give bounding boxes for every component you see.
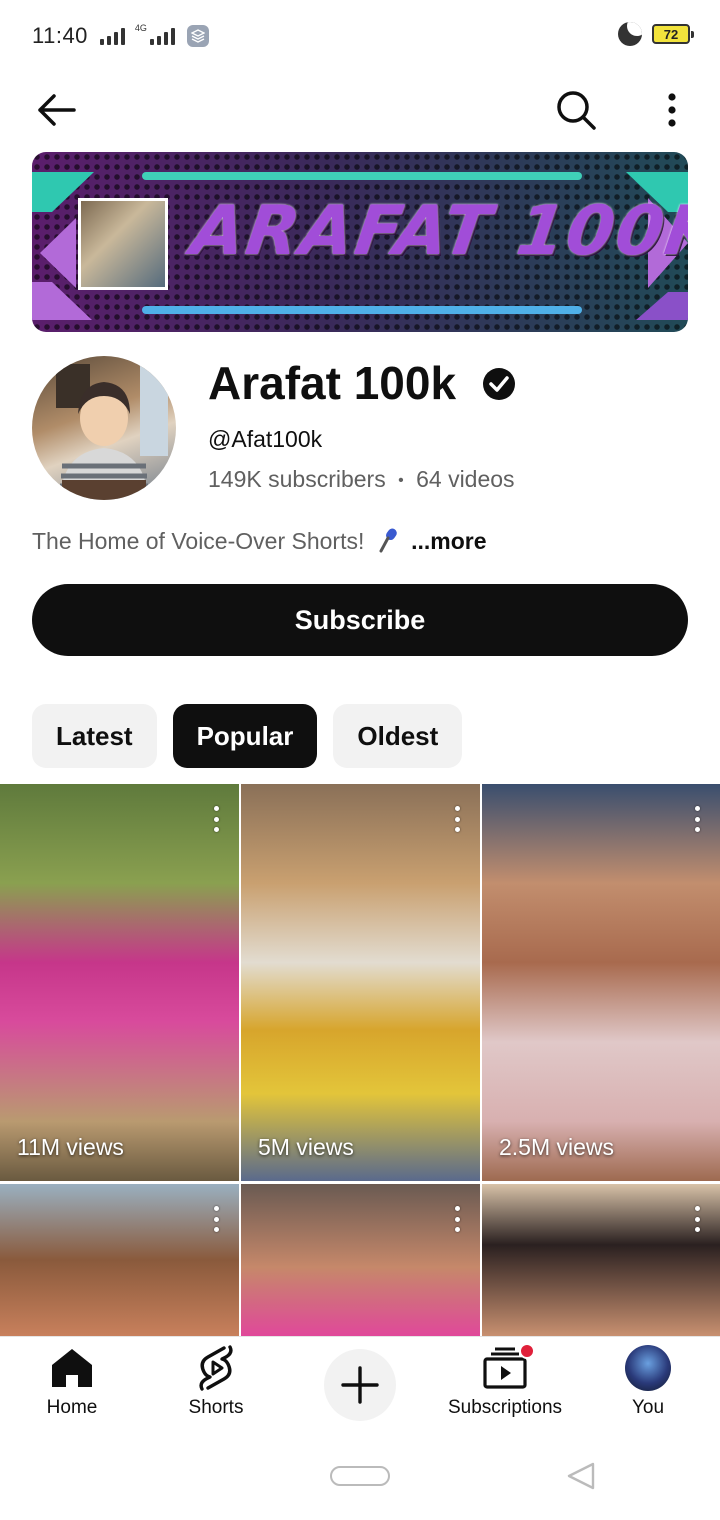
do-not-disturb-icon: [618, 22, 642, 46]
user-avatar: [625, 1345, 671, 1391]
nav-you[interactable]: You: [616, 1345, 680, 1419]
more-options-button[interactable]: [650, 82, 694, 138]
subscribe-button[interactable]: Subscribe: [32, 584, 688, 656]
nav-shorts[interactable]: Shorts: [176, 1345, 256, 1419]
short-more-icon[interactable]: [211, 806, 221, 832]
arrow-left-icon: [38, 94, 76, 126]
short-thumbnail[interactable]: [0, 1184, 239, 1336]
shorts-icon: [199, 1345, 233, 1391]
app-notification-icon: [186, 25, 209, 47]
nav-home[interactable]: Home: [32, 1345, 112, 1419]
microphone-icon: [379, 528, 397, 553]
more-vertical-icon: [668, 93, 676, 127]
system-home-button[interactable]: [330, 1466, 390, 1486]
chip-latest[interactable]: Latest: [32, 704, 157, 768]
channel-description[interactable]: The Home of Voice-Over Shorts! ...more: [32, 527, 487, 555]
stats-separator: •: [398, 472, 404, 489]
battery-icon: 72: [652, 24, 694, 44]
channel-banner: ARAFAT 100K: [32, 152, 688, 332]
short-thumbnail[interactable]: [482, 1184, 720, 1336]
channel-name: Arafat 100k: [208, 357, 457, 409]
banner-title: ARAFAT 100K: [186, 192, 688, 271]
nav-you-label: You: [631, 1397, 665, 1418]
short-thumbnail[interactable]: 5M views: [241, 784, 480, 1181]
top-app-bar: [0, 72, 720, 138]
short-thumbnail[interactable]: [241, 1184, 480, 1336]
notification-dot: [519, 1343, 535, 1359]
channel-stats: 149K subscribers • 64 videos: [208, 466, 515, 493]
short-more-icon[interactable]: [692, 806, 702, 832]
nav-subscriptions[interactable]: Subscriptions: [440, 1343, 570, 1419]
subscriber-count: 149K subscribers: [208, 466, 386, 492]
nav-subscriptions-label: Subscriptions: [447, 1397, 563, 1418]
channel-handle: @Afat100k: [208, 426, 323, 452]
home-icon: [52, 1349, 92, 1387]
short-more-icon[interactable]: [452, 1206, 462, 1232]
create-button[interactable]: [324, 1349, 396, 1421]
nav-shorts-label: Shorts: [188, 1397, 244, 1418]
channel-avatar[interactable]: [32, 356, 176, 500]
back-button[interactable]: [28, 82, 84, 138]
short-thumbnail[interactable]: 11M views: [0, 784, 239, 1181]
system-back-icon[interactable]: [566, 1462, 596, 1490]
shorts-grid: 11M views 5M views 2.5M views: [0, 784, 720, 1336]
verified-badge-icon: [483, 368, 515, 400]
short-thumbnail[interactable]: 2.5M views: [482, 784, 720, 1181]
short-views: 2.5M views: [499, 1134, 615, 1160]
description-more-link[interactable]: ...more: [411, 528, 486, 554]
chip-oldest[interactable]: Oldest: [333, 704, 463, 768]
short-views: 5M views: [258, 1134, 354, 1160]
plus-icon: [341, 1366, 379, 1404]
short-more-icon[interactable]: [452, 806, 462, 832]
signal-icon: [99, 27, 125, 45]
short-views: 11M views: [17, 1134, 124, 1160]
bottom-navigation: Home Shorts Subscriptions You: [0, 1336, 720, 1428]
avatar-illustration: [56, 364, 168, 500]
banner-avatar-image: [78, 198, 168, 290]
search-icon: [557, 91, 596, 130]
nav-home-label: Home: [46, 1397, 98, 1418]
system-navigation-bar: [0, 1428, 720, 1520]
short-more-icon[interactable]: [211, 1206, 221, 1232]
short-more-icon[interactable]: [692, 1206, 702, 1232]
network-type-label: 4G: [134, 22, 147, 33]
search-button[interactable]: [548, 82, 604, 138]
status-bar: 11:40 4G 72: [0, 0, 720, 72]
chip-popular[interactable]: Popular: [172, 704, 318, 768]
status-time: 11:40: [32, 23, 88, 48]
signal-icon-2: [149, 27, 175, 45]
video-count: 64 videos: [416, 466, 515, 492]
description-text: The Home of Voice-Over Shorts!: [32, 528, 365, 554]
sort-chips: Latest Popular Oldest: [32, 704, 463, 768]
